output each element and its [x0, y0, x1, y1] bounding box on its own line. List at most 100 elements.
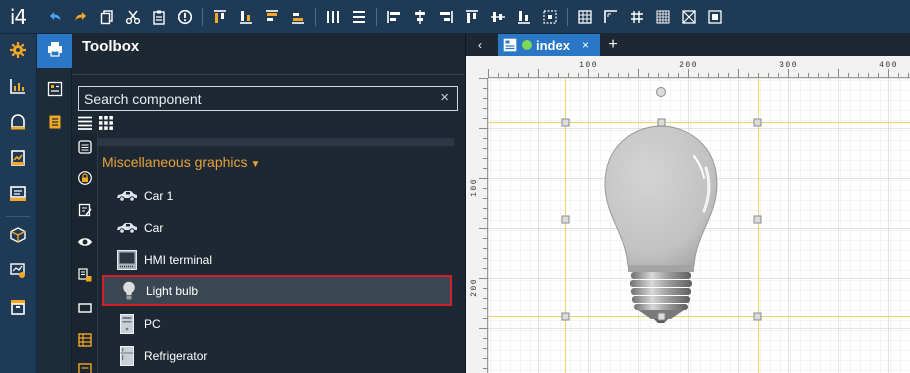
lock-icon[interactable]	[77, 170, 93, 186]
hmi-terminal-icon	[116, 249, 138, 270]
toolbox-printer-icon	[46, 40, 64, 63]
ruler-label-h: 100	[579, 61, 598, 70]
list-item-light-bulb[interactable]: Light bulb	[102, 275, 452, 306]
list-item-car[interactable]: Car	[102, 212, 452, 243]
package-icon[interactable]	[7, 224, 29, 246]
search-input[interactable]	[84, 90, 424, 108]
category-title: Miscellaneous graphics	[102, 154, 248, 170]
pc-icon	[116, 313, 138, 334]
undo-icon[interactable]	[44, 6, 66, 28]
align-middle-icon[interactable]	[487, 6, 509, 28]
car-icon	[116, 218, 138, 238]
form-icon[interactable]	[77, 362, 93, 373]
fit-icon[interactable]	[539, 6, 561, 28]
align-left-icon[interactable]	[383, 6, 405, 28]
list-item-hmi-terminal[interactable]: HMI terminal	[102, 244, 452, 275]
copy-icon[interactable]	[96, 6, 118, 28]
app-window: i4 Toolbox Search component × Miscellane…	[0, 0, 910, 373]
document-icon[interactable]	[45, 112, 65, 132]
list-item-car-1[interactable]: Car 1	[102, 180, 452, 211]
list-item-pc[interactable]: PC	[102, 308, 452, 339]
category-column	[72, 134, 98, 373]
align-top-alt-icon[interactable]	[261, 6, 283, 28]
align-bottom-edge-icon[interactable]	[513, 6, 535, 28]
archive-icon[interactable]	[7, 296, 29, 318]
rectangle-icon[interactable]	[77, 300, 93, 316]
distribute-horizontal-icon[interactable]	[322, 6, 344, 28]
ruler-label-v: 200	[470, 278, 479, 297]
info-icon[interactable]	[174, 6, 196, 28]
light-bulb-icon	[118, 281, 140, 301]
app-logo: i4	[9, 4, 27, 29]
status-dot	[522, 40, 532, 50]
library-icon[interactable]	[77, 267, 93, 283]
align-bottom-alt-icon[interactable]	[287, 6, 309, 28]
align-center-icon[interactable]	[409, 6, 431, 28]
caret-down-icon: ▼	[250, 159, 261, 170]
grid-toggle-icon[interactable]	[678, 6, 700, 28]
grid-icon[interactable]	[574, 6, 596, 28]
edit-form-icon[interactable]	[77, 202, 93, 218]
tab-back-button[interactable]: ‹	[470, 36, 490, 54]
chart-icon[interactable]	[7, 75, 29, 97]
left-icon-rail	[0, 34, 37, 373]
vertical-ruler	[466, 56, 488, 373]
terminal-icon[interactable]	[7, 183, 29, 205]
toolbar-separator	[202, 7, 203, 26]
editor-area: ‹ index × + 100 200 300 400 100 200	[466, 34, 910, 373]
grid-settings-icon[interactable]	[704, 6, 726, 28]
grid-size-alt-icon[interactable]	[652, 6, 674, 28]
list-item-refrigerator[interactable]: Refrigerator	[102, 340, 452, 371]
editor-tab-bar: ‹ index × +	[466, 34, 910, 56]
align-top-edge-icon[interactable]	[461, 6, 483, 28]
secondary-rail	[37, 34, 72, 373]
ruler-label-v: 100	[470, 178, 479, 197]
align-right-icon[interactable]	[435, 6, 457, 28]
redo-icon[interactable]	[70, 6, 92, 28]
paste-icon[interactable]	[148, 6, 170, 28]
list-scroll-indicator	[98, 138, 454, 146]
tab-index[interactable]: index ×	[498, 34, 600, 56]
search-clear-button[interactable]: ×	[440, 89, 449, 106]
toolbar-separator	[567, 7, 568, 26]
toolbox-panel: Toolbox × Miscellaneous graphics▼ Car 1	[72, 34, 466, 373]
ruler-label-h: 200	[679, 61, 698, 70]
grid-size-icon[interactable]	[626, 6, 648, 28]
toolbox-divider	[72, 74, 465, 75]
monitor-settings-icon[interactable]	[7, 260, 29, 282]
refrigerator-icon	[116, 345, 138, 366]
ruler-label-h: 300	[779, 61, 798, 70]
snap-icon[interactable]	[600, 6, 622, 28]
screen-icon	[503, 38, 517, 52]
component-list: Miscellaneous graphics ▼ Car 1 Car HMI te…	[98, 134, 465, 373]
list-view-icon[interactable]	[78, 116, 92, 130]
cut-icon[interactable]	[122, 6, 144, 28]
toolbox-tab-active[interactable]	[37, 34, 72, 68]
list-item-label: PC	[144, 316, 161, 331]
align-bottom-icon[interactable]	[235, 6, 257, 28]
main-toolbar: i4	[0, 0, 910, 34]
grid-view-icon[interactable]	[99, 116, 113, 130]
tab-label: index	[536, 37, 570, 53]
add-tab-button[interactable]: +	[604, 36, 622, 54]
car-icon	[116, 186, 138, 206]
category-header[interactable]: Miscellaneous graphics ▼	[102, 154, 260, 170]
report-icon[interactable]	[7, 147, 29, 169]
tab-close-button[interactable]: ×	[582, 38, 589, 52]
list-item-label: Car	[144, 220, 164, 235]
table-icon[interactable]	[77, 332, 93, 348]
search-box: ×	[78, 86, 458, 111]
settings-gear-icon[interactable]	[7, 39, 29, 61]
eye-icon[interactable]	[77, 234, 93, 250]
list-item-label: HMI terminal	[144, 252, 213, 267]
alarm-icon[interactable]	[7, 111, 29, 133]
design-canvas[interactable]: 100 200 300 400 100 200	[466, 56, 910, 373]
category-list-icon[interactable]	[77, 139, 93, 155]
ruler-label-h: 400	[879, 61, 898, 70]
distribute-vertical-icon[interactable]	[348, 6, 370, 28]
toolbar-separator	[315, 7, 316, 26]
align-top-icon[interactable]	[209, 6, 231, 28]
toolbar-separator	[376, 7, 377, 26]
list-item-label: Car 1	[144, 188, 174, 203]
properties-icon[interactable]	[45, 79, 65, 99]
